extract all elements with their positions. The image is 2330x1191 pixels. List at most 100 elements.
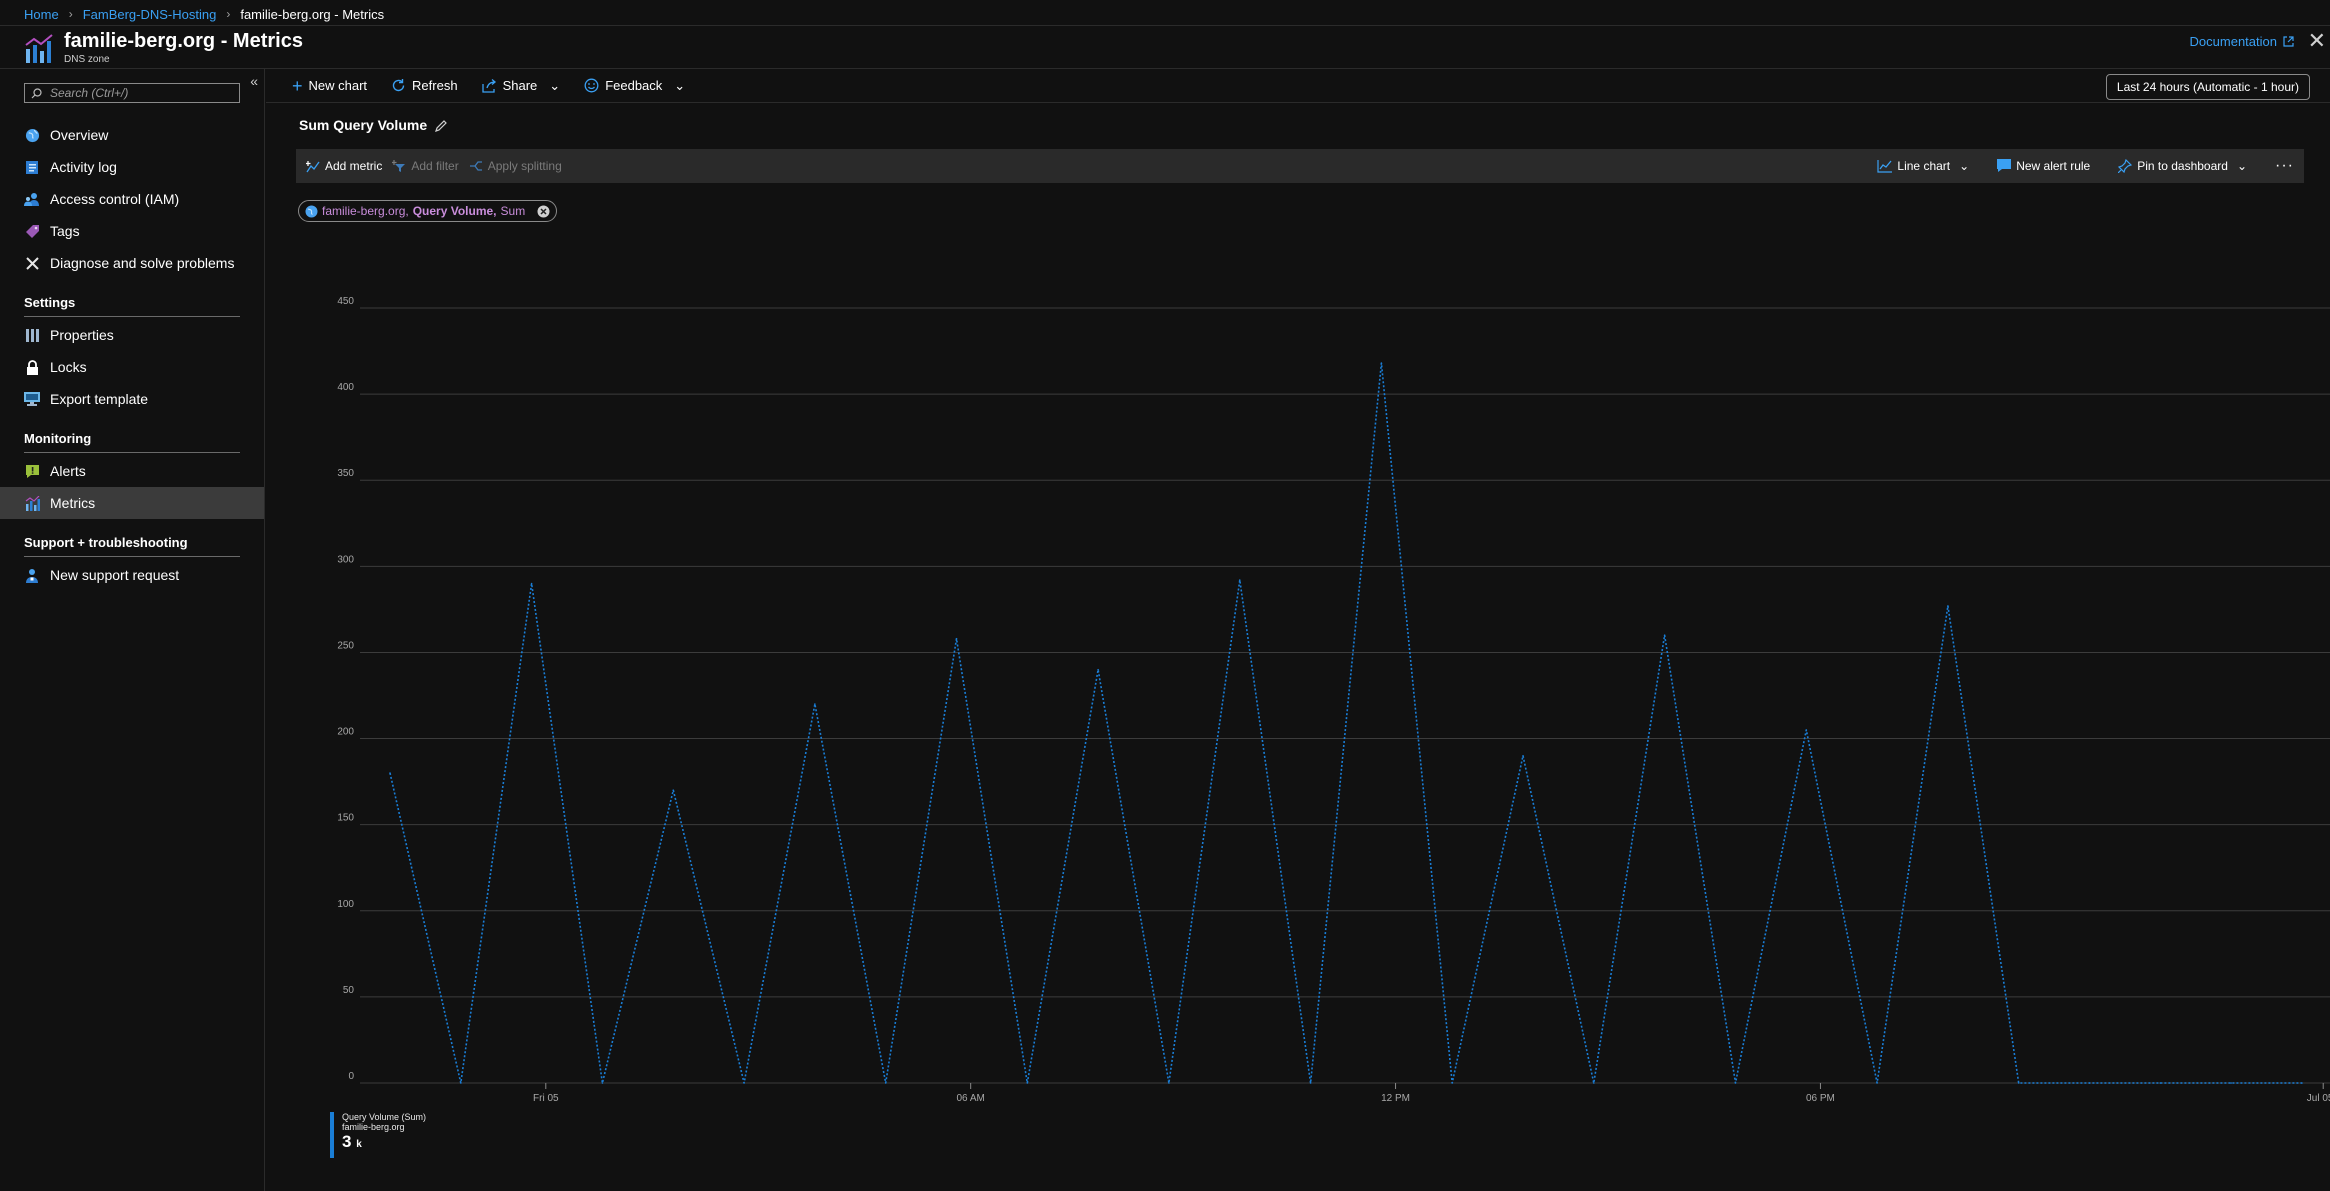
sidebar-item-tags[interactable]: Tags bbox=[0, 215, 264, 247]
chart-legend[interactable]: Query Volume (Sum) familie-berg.org 3 k bbox=[330, 1112, 426, 1158]
edit-pencil-icon[interactable] bbox=[435, 119, 448, 132]
lock-icon bbox=[24, 359, 40, 375]
sidebar-item-diagnose[interactable]: Diagnose and solve problems bbox=[0, 247, 264, 279]
plus-icon: + bbox=[292, 75, 303, 96]
data-point bbox=[460, 1082, 462, 1084]
query-volume-chart: 0 50 100 150 200 250 300 350 400 450 Fri 05 06 AM 12… bbox=[337, 296, 2330, 1104]
chevron-down-icon: ⌄ bbox=[1959, 159, 1970, 173]
data-point bbox=[1593, 1082, 1595, 1084]
sidebar-item-overview[interactable]: Overview bbox=[0, 119, 264, 151]
data-point bbox=[2088, 1082, 2091, 1084]
data-point bbox=[1238, 579, 1241, 581]
x-tick-label: 06 PM bbox=[1806, 1093, 1835, 1104]
y-tick-label: 400 bbox=[337, 382, 354, 393]
sidebar-item-label: Properties bbox=[50, 327, 114, 343]
new-chart-button[interactable]: + New chart bbox=[292, 75, 367, 96]
add-metric-label: Add metric bbox=[325, 159, 383, 173]
data-point bbox=[1663, 634, 1666, 637]
breadcrumb: Home › FamBerg-DNS-Hosting › familie-ber… bbox=[24, 4, 384, 24]
data-point bbox=[672, 789, 675, 792]
documentation-label: Documentation bbox=[2189, 34, 2277, 49]
sidebar-item-label: Access control (IAM) bbox=[50, 191, 180, 207]
data-point bbox=[955, 637, 958, 640]
sidebar-item-metrics[interactable]: Metrics bbox=[0, 487, 264, 519]
data-point bbox=[530, 582, 533, 585]
apply-splitting-label: Apply splitting bbox=[487, 159, 562, 173]
sidebar-item-label: Export template bbox=[50, 391, 149, 407]
section-support: Support + troubleshooting bbox=[24, 535, 240, 557]
command-bar: + New chart Refresh Share ⌄ Feedback ⌄ L… bbox=[266, 69, 2330, 103]
chart-toolbar: Add metric Add filter Apply splitting Li… bbox=[296, 149, 2304, 183]
sidebar-item-label: Activity log bbox=[50, 159, 117, 175]
new-alert-rule-button[interactable]: New alert rule bbox=[1997, 159, 2090, 173]
page-subtitle: DNS zone bbox=[64, 54, 110, 65]
legend-unit: k bbox=[356, 1139, 362, 1150]
close-icon[interactable]: ✕ bbox=[2308, 28, 2326, 54]
users-icon bbox=[24, 191, 40, 207]
support-icon bbox=[24, 567, 40, 583]
search-input[interactable] bbox=[48, 85, 232, 101]
line-chart-button[interactable]: Line chart ⌄ bbox=[1877, 159, 1969, 173]
y-tick-label: 450 bbox=[337, 296, 354, 307]
x-tick-label: 06 AM bbox=[956, 1093, 984, 1104]
globe-icon bbox=[305, 205, 318, 217]
sidebar-item-locks[interactable]: Locks bbox=[0, 351, 264, 383]
search-icon bbox=[31, 87, 42, 98]
add-filter-button[interactable]: Add filter bbox=[392, 159, 459, 173]
pill-metric: Query Volume, bbox=[412, 204, 497, 218]
chart-title: Sum Query Volume bbox=[299, 117, 448, 133]
data-point bbox=[1168, 1082, 1170, 1084]
sidebar-item-properties[interactable]: Properties bbox=[0, 319, 264, 351]
y-tick-label: 50 bbox=[343, 985, 355, 996]
sidebar-item-alerts[interactable]: Alerts bbox=[0, 455, 264, 487]
add-filter-label: Add filter bbox=[411, 159, 459, 173]
share-label: Share bbox=[502, 78, 538, 93]
wrench-icon bbox=[24, 255, 40, 271]
breadcrumb-resource-group[interactable]: FamBerg-DNS-Hosting bbox=[83, 7, 217, 22]
pin-icon bbox=[2118, 159, 2133, 173]
data-point bbox=[1947, 605, 1949, 607]
sidebar-search bbox=[24, 83, 240, 103]
y-tick-label: 100 bbox=[337, 899, 354, 910]
collapse-sidebar-icon[interactable]: « bbox=[250, 73, 258, 89]
tag-icon bbox=[24, 223, 40, 239]
line-chart-icon bbox=[1877, 159, 1893, 173]
breadcrumb-home[interactable]: Home bbox=[24, 7, 59, 22]
refresh-icon bbox=[392, 79, 405, 92]
data-point bbox=[389, 772, 391, 774]
data-point bbox=[1451, 1082, 1454, 1084]
share-button[interactable]: Share ⌄ bbox=[481, 77, 561, 94]
add-metric-button[interactable]: Add metric bbox=[306, 159, 382, 173]
more-options-icon[interactable]: ··· bbox=[2275, 157, 2294, 175]
y-tick-label: 200 bbox=[337, 727, 354, 738]
properties-icon bbox=[24, 327, 40, 343]
share-icon bbox=[481, 78, 496, 93]
metrics-logo-icon bbox=[25, 34, 53, 63]
chevron-down-icon: ⌄ bbox=[549, 77, 561, 93]
pin-to-dashboard-button[interactable]: Pin to dashboard ⌄ bbox=[2118, 159, 2247, 173]
sidebar-item-access-control[interactable]: Access control (IAM) bbox=[0, 183, 264, 215]
x-tick-label: 12 PM bbox=[1381, 1093, 1410, 1104]
refresh-button[interactable]: Refresh bbox=[391, 78, 458, 93]
sidebar-item-label: Alerts bbox=[50, 463, 86, 479]
sidebar-item-activity-log[interactable]: Activity log bbox=[0, 151, 264, 183]
legend-value: 3 bbox=[342, 1132, 352, 1151]
apply-splitting-button[interactable]: Apply splitting bbox=[469, 159, 562, 173]
sidebar-item-new-support-request[interactable]: New support request bbox=[0, 559, 264, 591]
export-icon bbox=[24, 391, 40, 407]
breadcrumb-current: familie-berg.org - Metrics bbox=[240, 6, 385, 22]
filter-icon bbox=[392, 159, 406, 172]
y-tick-label: 250 bbox=[337, 640, 354, 651]
documentation-link[interactable]: Documentation bbox=[2190, 34, 2294, 49]
data-point bbox=[1805, 729, 1808, 731]
remove-metric-icon[interactable] bbox=[537, 205, 550, 218]
feedback-button[interactable]: Feedback ⌄ bbox=[584, 78, 685, 94]
metric-pill[interactable]: familie-berg.org, Query Volume, Sum bbox=[298, 200, 558, 222]
time-range-button[interactable]: Last 24 hours (Automatic - 1 hour) bbox=[2105, 74, 2310, 100]
data-point bbox=[1309, 1082, 1312, 1084]
page-header: familie-berg.org - Metrics DNS zone Docu… bbox=[0, 25, 2330, 69]
sidebar-item-label: Locks bbox=[50, 359, 87, 375]
series-line bbox=[389, 363, 2302, 1084]
sidebar-item-export-template[interactable]: Export template bbox=[0, 383, 264, 415]
log-icon bbox=[24, 159, 40, 175]
